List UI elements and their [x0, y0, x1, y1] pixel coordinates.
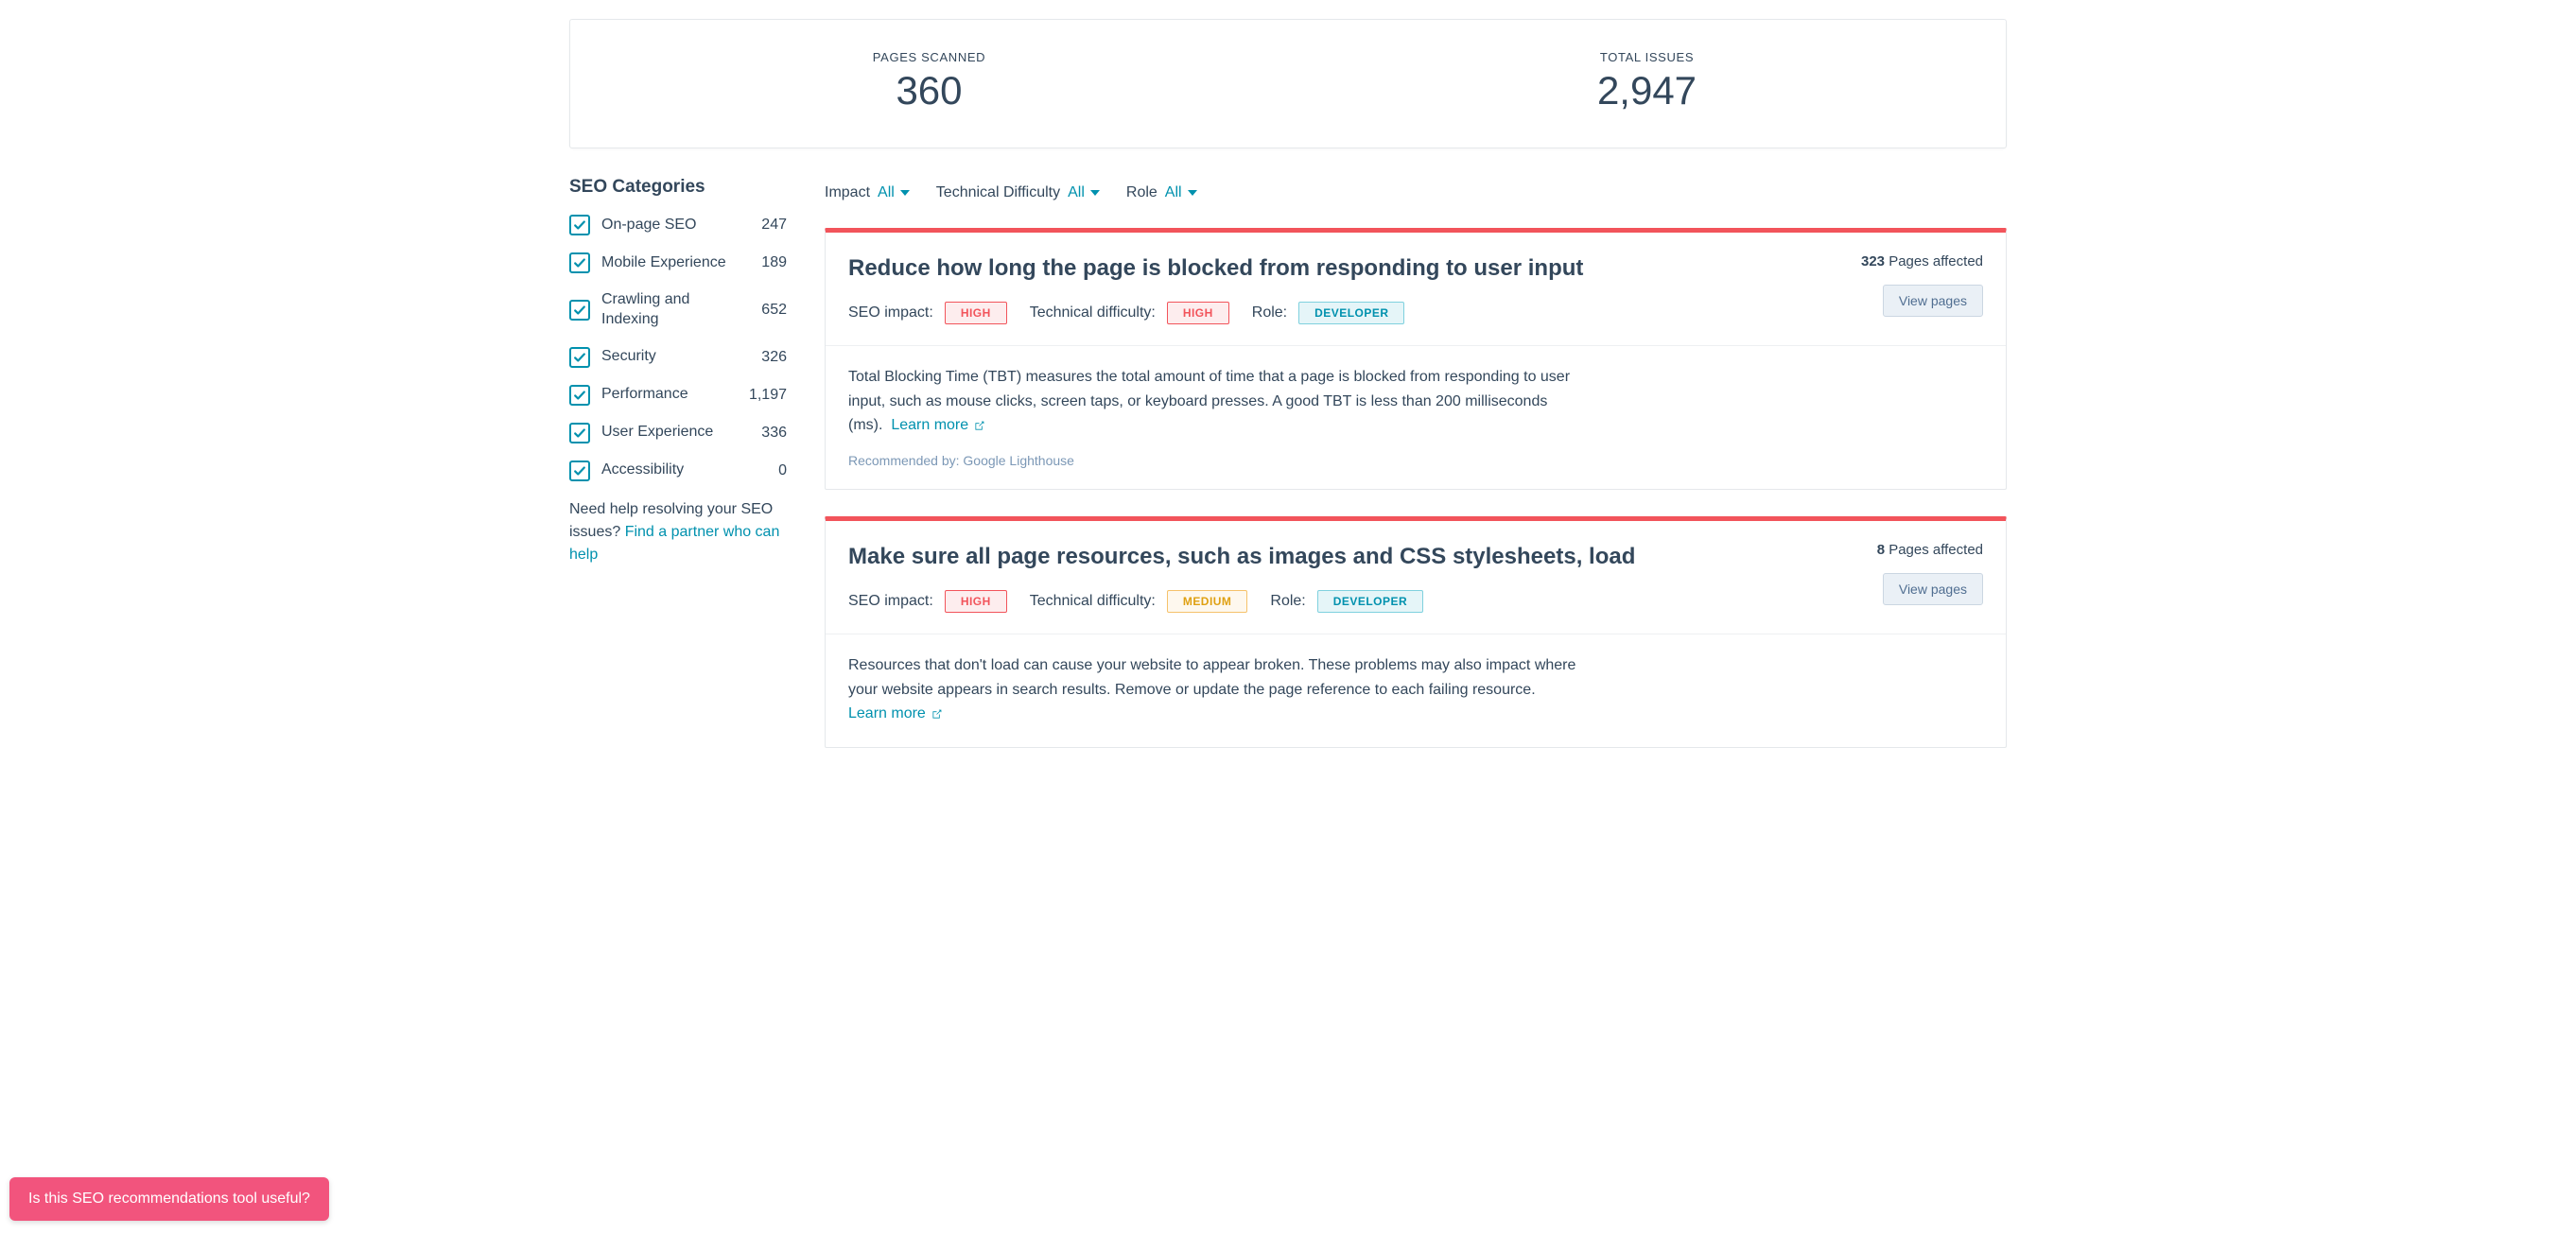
category-row: Crawling and Indexing 652	[569, 290, 787, 330]
filter-impact-label: Impact	[825, 184, 870, 201]
external-link-icon	[931, 708, 943, 721]
checkmark-icon	[573, 426, 586, 440]
filter-impact: Impact All	[825, 184, 910, 201]
recommendation-title: Make sure all page resources, such as im…	[848, 542, 1854, 571]
checkmark-icon	[573, 256, 586, 269]
pages-scanned-value: 360	[570, 68, 1288, 113]
tech-difficulty-label: Technical difficulty:	[1030, 304, 1156, 322]
category-label: Security	[601, 347, 738, 367]
recommendation-body: Total Blocking Time (TBT) measures the t…	[826, 346, 2006, 489]
learn-more-link[interactable]: Learn more	[891, 413, 985, 438]
badge-row: SEO impact: HIGH Technical difficulty: HIGH…	[848, 302, 1838, 324]
chevron-down-icon	[900, 190, 910, 196]
total-issues-label: TOTAL ISSUES	[1288, 50, 2006, 64]
category-label: Mobile Experience	[601, 253, 738, 273]
recommendation-card: Reduce how long the page is blocked from…	[825, 228, 2007, 490]
category-label: User Experience	[601, 423, 738, 443]
recommended-by: Recommended by: Google Lighthouse	[848, 453, 1983, 468]
category-count: 1,197	[749, 387, 787, 404]
checkmark-icon	[573, 351, 586, 364]
category-row: User Experience 336	[569, 423, 787, 443]
role-label: Role:	[1252, 304, 1287, 322]
chevron-down-icon	[1188, 190, 1197, 196]
sidebar-heading: SEO Categories	[569, 177, 787, 198]
filter-role-value: All	[1165, 184, 1182, 201]
category-row: Accessibility 0	[569, 461, 787, 481]
total-issues-block: TOTAL ISSUES 2,947	[1288, 50, 2006, 113]
filter-role: Role All	[1126, 184, 1197, 201]
category-checkbox[interactable]	[569, 215, 590, 235]
category-row: Security 326	[569, 347, 787, 368]
tech-difficulty-badge: MEDIUM	[1167, 590, 1248, 613]
category-row: Performance 1,197	[569, 385, 787, 406]
checkmark-icon	[573, 389, 586, 402]
category-label: On-page SEO	[601, 216, 738, 235]
seo-impact-label: SEO impact:	[848, 304, 933, 322]
seo-impact-badge: HIGH	[945, 302, 1007, 324]
badge-row: SEO impact: HIGH Technical difficulty: MEDI…	[848, 590, 1854, 613]
tech-difficulty-label: Technical difficulty:	[1030, 593, 1156, 610]
external-link-icon	[973, 420, 985, 432]
seo-categories-sidebar: SEO Categories On-page SEO 247 Mobile Expe…	[569, 177, 787, 774]
tech-difficulty-badge: HIGH	[1167, 302, 1229, 324]
category-count: 189	[749, 254, 787, 271]
feedback-prompt[interactable]: Is this SEO recommendations tool useful?	[9, 1177, 329, 1221]
category-checkbox[interactable]	[569, 385, 590, 406]
view-pages-button[interactable]: View pages	[1883, 573, 1983, 605]
recommendation-description: Resources that don't load can cause your…	[848, 653, 1586, 726]
pages-scanned-label: PAGES SCANNED	[570, 50, 1288, 64]
role-label: Role:	[1270, 593, 1305, 610]
filter-role-dropdown[interactable]: All	[1165, 184, 1197, 201]
filter-role-label: Role	[1126, 184, 1157, 201]
summary-stats-card: PAGES SCANNED 360 TOTAL ISSUES 2,947	[569, 19, 2007, 148]
category-checkbox[interactable]	[569, 347, 590, 368]
pages-affected: 323 Pages affected	[1861, 253, 1983, 269]
role-badge: DEVELOPER	[1317, 590, 1423, 613]
recommendation-title: Reduce how long the page is blocked from…	[848, 253, 1838, 283]
checkmark-icon	[573, 218, 586, 232]
category-checkbox[interactable]	[569, 300, 590, 321]
role-badge: DEVELOPER	[1298, 302, 1404, 324]
filter-impact-value: All	[878, 184, 895, 201]
category-checkbox[interactable]	[569, 461, 590, 481]
category-label: Crawling and Indexing	[601, 290, 738, 330]
feedback-text: Is this SEO recommendations tool useful?	[28, 1191, 310, 1207]
category-checkbox[interactable]	[569, 423, 590, 443]
filter-bar: Impact All Technical Difficulty All Role	[825, 177, 2007, 201]
recommendations-main: Impact All Technical Difficulty All Role	[825, 177, 2007, 774]
category-count: 247	[749, 217, 787, 234]
learn-more-link[interactable]: Learn more	[848, 702, 943, 726]
view-pages-button[interactable]: View pages	[1883, 285, 1983, 317]
checkmark-icon	[573, 304, 586, 317]
category-count: 0	[749, 462, 787, 479]
category-checkbox[interactable]	[569, 252, 590, 273]
filter-difficulty-value: All	[1068, 184, 1085, 201]
pages-scanned-block: PAGES SCANNED 360	[570, 50, 1288, 113]
pages-affected: 8 Pages affected	[1877, 542, 1983, 558]
checkmark-icon	[573, 464, 586, 478]
filter-difficulty-dropdown[interactable]: All	[1068, 184, 1100, 201]
category-label: Accessibility	[601, 461, 738, 480]
chevron-down-icon	[1090, 190, 1100, 196]
category-count: 336	[749, 425, 787, 442]
recommendation-body: Resources that don't load can cause your…	[826, 634, 2006, 747]
filter-difficulty: Technical Difficulty All	[936, 184, 1100, 201]
filter-difficulty-label: Technical Difficulty	[936, 184, 1060, 201]
recommendation-description: Total Blocking Time (TBT) measures the t…	[848, 365, 1586, 438]
recommendation-card: Make sure all page resources, such as im…	[825, 516, 2007, 748]
category-count: 326	[749, 349, 787, 366]
category-row: On-page SEO 247	[569, 215, 787, 235]
recommendation-header: Reduce how long the page is blocked from…	[826, 233, 2006, 346]
filter-impact-dropdown[interactable]: All	[878, 184, 910, 201]
recommendation-header: Make sure all page resources, such as im…	[826, 521, 2006, 634]
seo-impact-badge: HIGH	[945, 590, 1007, 613]
sidebar-help-text: Need help resolving your SEO issues? Fin…	[569, 498, 787, 566]
total-issues-value: 2,947	[1288, 68, 2006, 113]
seo-impact-label: SEO impact:	[848, 593, 933, 610]
category-label: Performance	[601, 385, 738, 405]
category-count: 652	[749, 302, 787, 319]
category-row: Mobile Experience 189	[569, 252, 787, 273]
